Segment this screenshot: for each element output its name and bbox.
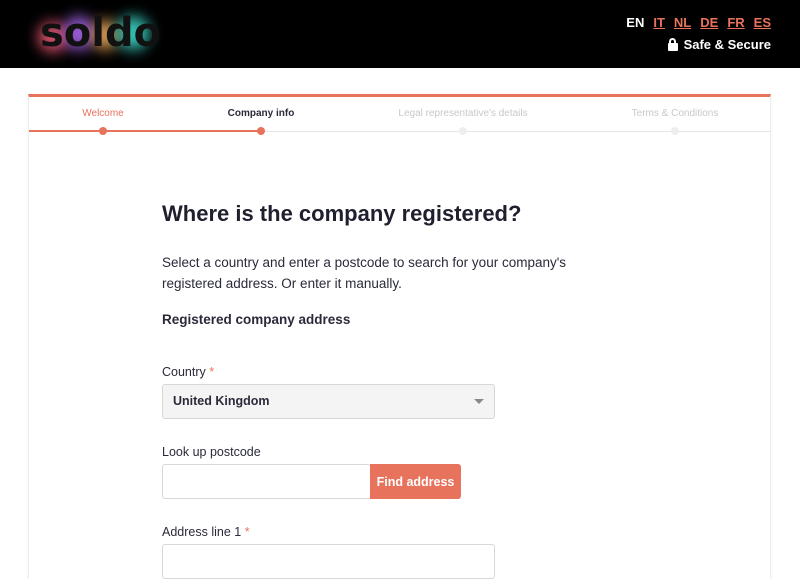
progress-bar-fill [29, 130, 261, 132]
language-de[interactable]: DE [700, 15, 718, 30]
lock-icon [667, 38, 678, 51]
logo-wordmark: soldo [40, 10, 162, 56]
required-marker: * [244, 525, 250, 539]
country-label-text: Country [162, 365, 206, 379]
step-welcome[interactable]: Welcome [82, 108, 124, 119]
language-nl[interactable]: NL [674, 15, 691, 30]
language-es[interactable]: ES [754, 15, 771, 30]
onboarding-card: Welcome Company info Legal representativ… [28, 94, 771, 579]
page-title: Where is the company registered? [162, 201, 522, 226]
step-dot-terms-conditions [671, 127, 679, 135]
section-title: Registered company address [162, 312, 351, 327]
language-it[interactable]: IT [653, 15, 665, 30]
step-dot-welcome [99, 127, 107, 135]
soldo-logo[interactable]: soldo [30, 8, 161, 62]
language-en[interactable]: EN [626, 15, 644, 30]
step-dot-company-info [257, 127, 265, 135]
safe-secure-badge: Safe & Secure [667, 37, 771, 52]
progress-stepper: Welcome Company info Legal representativ… [29, 97, 770, 135]
top-bar: soldo EN IT NL DE FR ES Safe & Secure [0, 0, 800, 68]
form-content: Where is the company registered? Select … [162, 197, 602, 579]
country-label: Country * [162, 365, 214, 379]
language-fr[interactable]: FR [727, 15, 744, 30]
language-switcher: EN IT NL DE FR ES [626, 15, 771, 30]
address-line1-label: Address line 1 * [162, 525, 250, 539]
step-legal-representative: Legal representative's details [398, 108, 528, 119]
address-line1-label-text: Address line 1 [162, 525, 242, 539]
country-select[interactable]: United Kingdom [162, 384, 495, 419]
postcode-input[interactable] [162, 464, 371, 499]
address-line1-input[interactable] [162, 544, 495, 579]
postcode-label: Look up postcode [162, 445, 261, 459]
country-select-value: United Kingdom [173, 394, 270, 408]
safe-secure-label: Safe & Secure [683, 37, 771, 52]
step-company-info[interactable]: Company info [228, 108, 295, 119]
page-description: Select a country and enter a postcode to… [162, 255, 567, 291]
step-terms-conditions: Terms & Conditions [631, 108, 719, 119]
find-address-button[interactable]: Find address [370, 464, 461, 499]
step-dot-legal-representative [459, 127, 467, 135]
required-marker: * [209, 365, 215, 379]
chevron-down-icon [474, 399, 484, 404]
